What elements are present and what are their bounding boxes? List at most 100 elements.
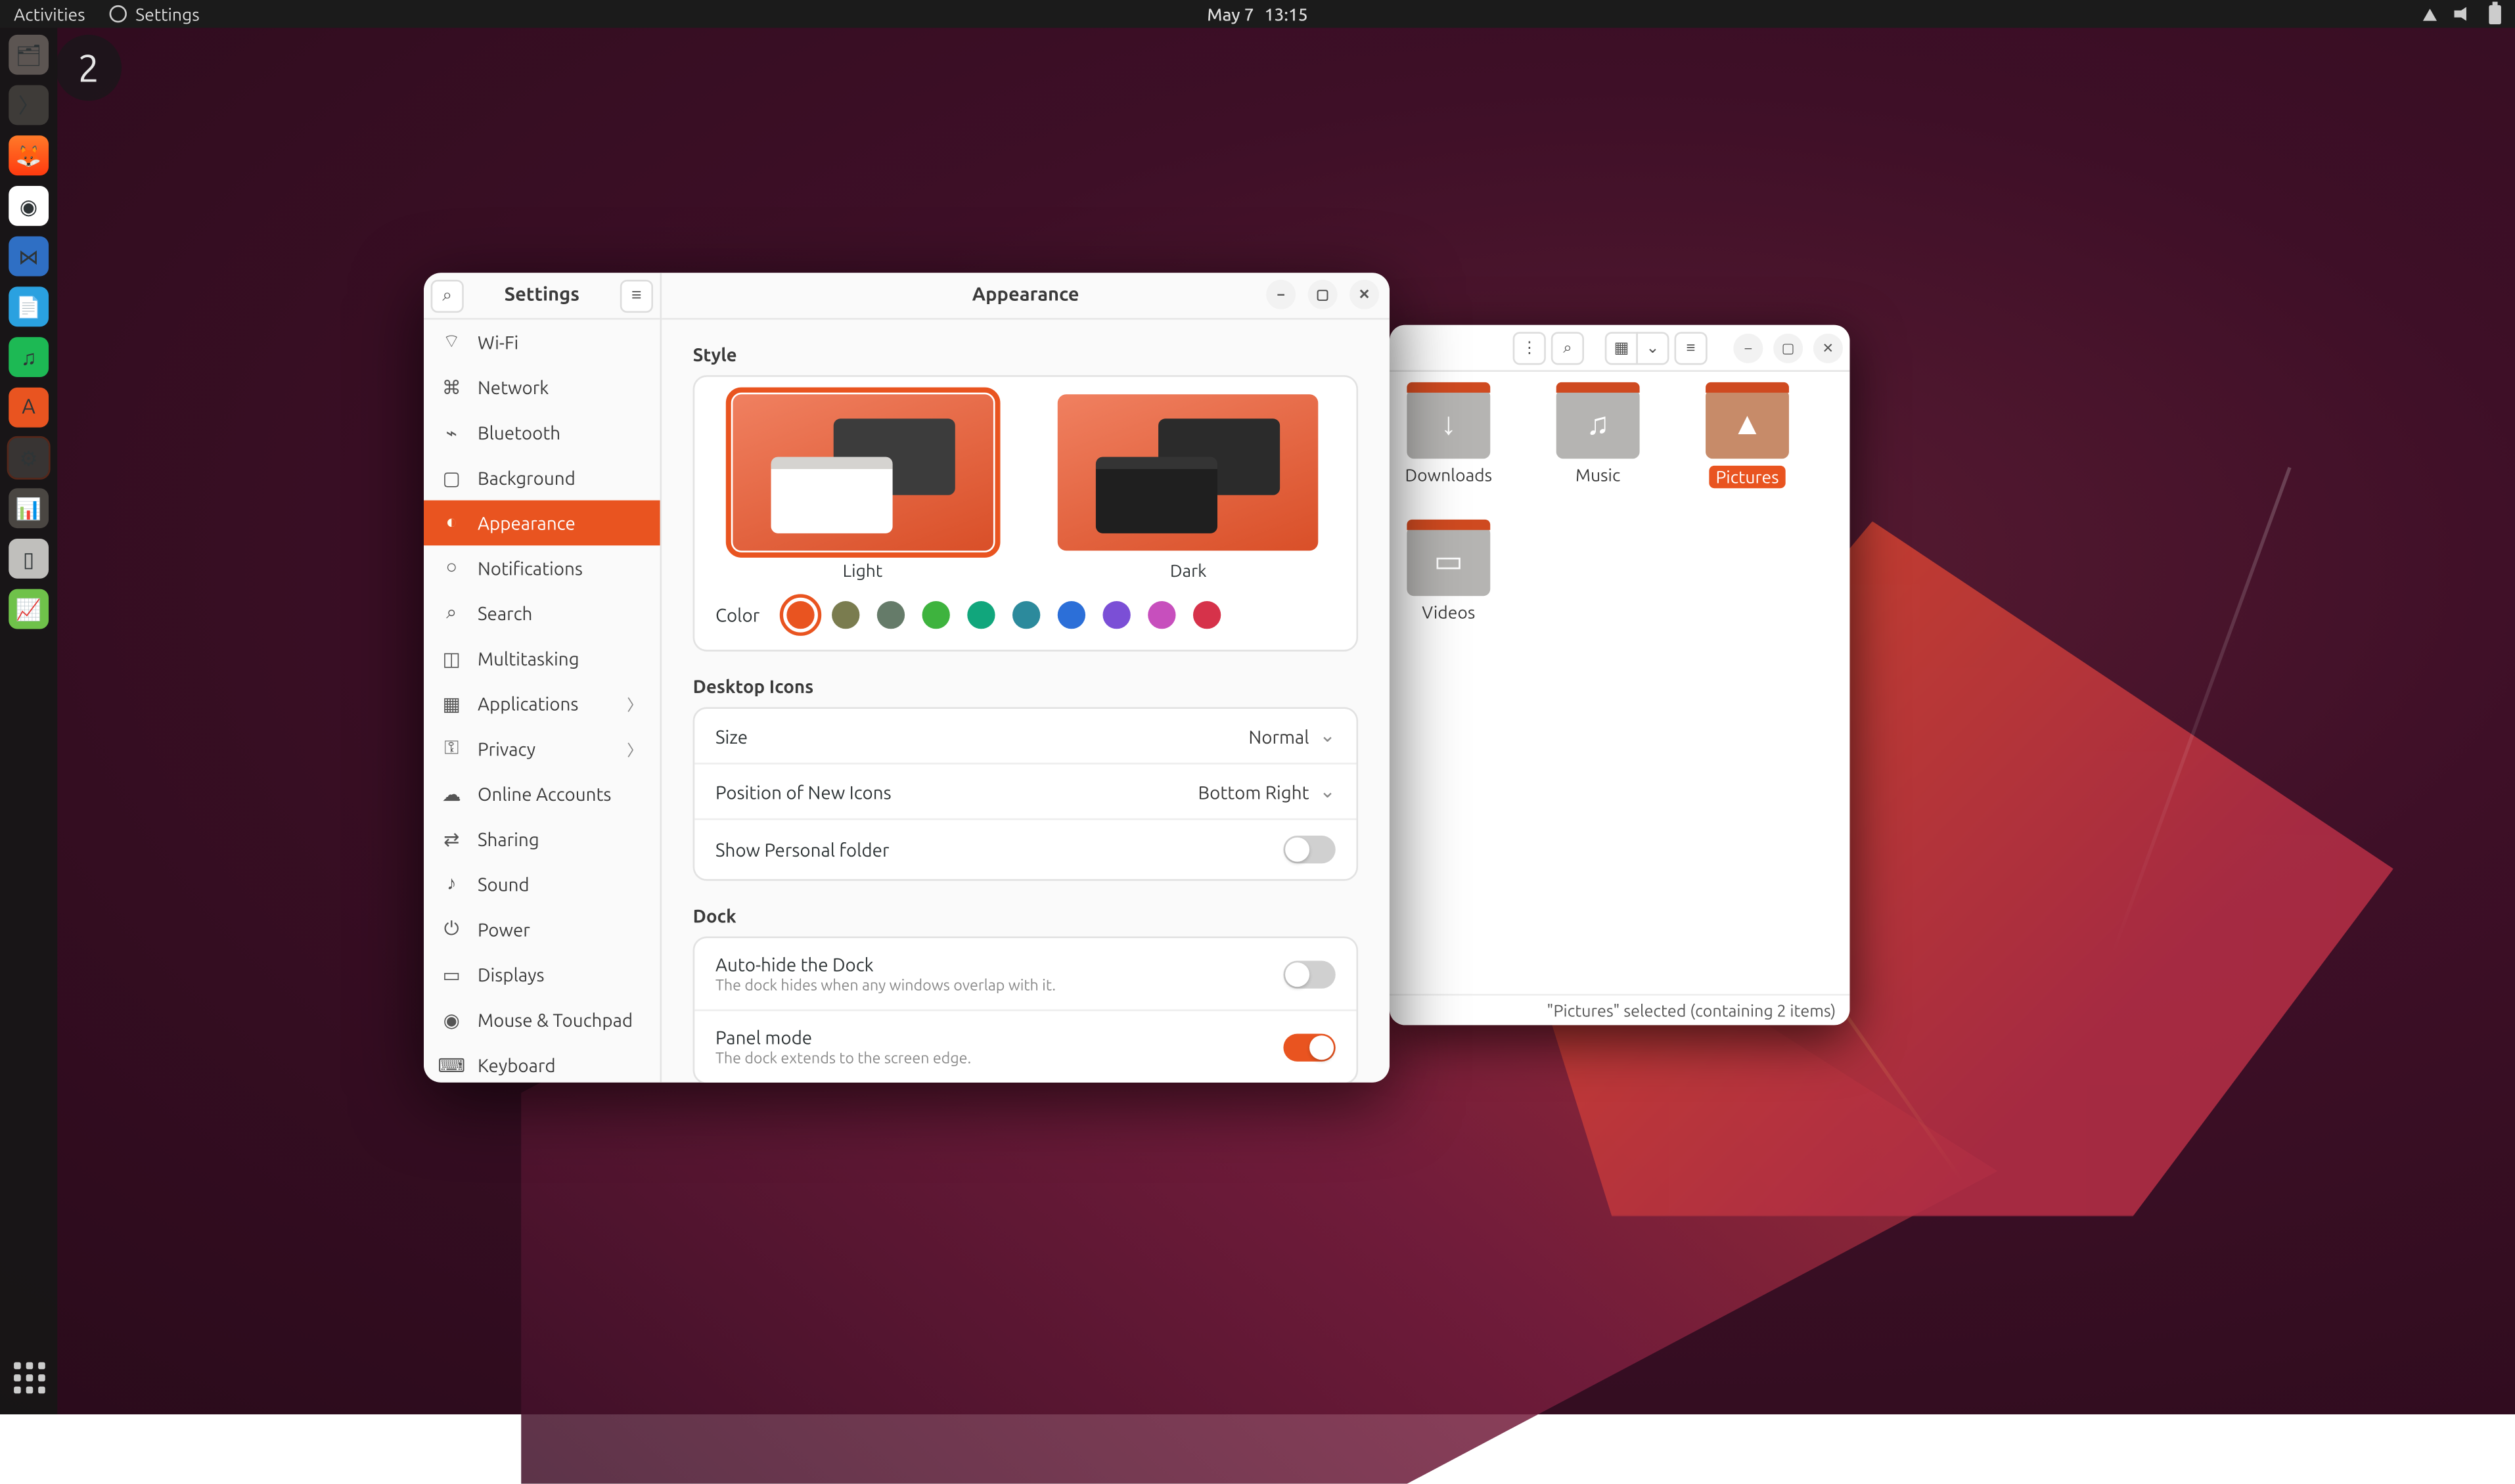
accent-swatch[interactable] (1149, 601, 1177, 629)
row-label: Size (715, 725, 748, 746)
activities-button[interactable]: Activities (14, 5, 85, 24)
dock-item-software[interactable]: A (9, 388, 49, 428)
nav-label: Displays (478, 964, 545, 985)
maximize-button[interactable]: ▢ (1308, 280, 1338, 309)
accent-swatch[interactable] (1194, 601, 1221, 629)
close-button[interactable]: ✕ (1349, 280, 1379, 309)
row-label: Panel mode (715, 1027, 971, 1048)
sidebar-item-wi-fi[interactable]: ⌔Wi-Fi (424, 320, 660, 365)
sidebar-item-keyboard[interactable]: ⌨Keyboard (424, 1043, 660, 1083)
accent-swatch[interactable] (1104, 601, 1131, 629)
accent-swatch[interactable] (1058, 601, 1086, 629)
accent-swatch[interactable] (1013, 601, 1041, 629)
accent-swatch[interactable] (923, 601, 951, 629)
panel-mode-toggle[interactable] (1284, 1033, 1336, 1060)
dock-item-vscode[interactable]: ⋈ (9, 236, 49, 277)
dock-item-chrome[interactable]: ◉ (9, 186, 49, 226)
sidebar-item-mouse-touchpad[interactable]: ◉Mouse & Touchpad (424, 997, 660, 1043)
sidebar-item-sound[interactable]: ♪Sound (424, 862, 660, 907)
folder-downloads[interactable]: ↓Downloads (1396, 389, 1501, 488)
show-apps-button[interactable] (10, 1359, 48, 1397)
dock-item-settings[interactable]: ⚙ (9, 438, 49, 478)
files-kebab-button[interactable]: ⋮ (1513, 331, 1546, 364)
nav-icon: ◐ (441, 512, 462, 533)
nav-label: Sharing (478, 829, 539, 850)
minimize-button[interactable]: – (1733, 333, 1763, 363)
files-view-dropdown[interactable]: ⌄ (1636, 331, 1669, 364)
nav-label: Sound (478, 874, 530, 895)
minimize-button[interactable]: – (1266, 280, 1296, 309)
sidebar-item-appearance[interactable]: ◐ Appearance (424, 501, 660, 546)
row-icon-position[interactable]: Position of New Icons Bottom Right (694, 763, 1356, 819)
sidebar-menu-button[interactable]: ≡ (620, 279, 653, 312)
folder-label: Downloads (1405, 466, 1492, 485)
folder-label: Pictures (1709, 466, 1786, 488)
desktop-icons-card: Size Normal Position of New Icons Bottom… (693, 708, 1359, 881)
dock-item-spotify[interactable]: ♫ (9, 337, 49, 377)
dock-item-writer[interactable]: 📄 (9, 286, 49, 326)
maximize-button[interactable]: ▢ (1773, 333, 1803, 363)
dark-theme-thumb (1058, 394, 1319, 551)
folder-pictures[interactable]: ▲Pictures (1695, 389, 1800, 488)
workspace-badge: 2 (56, 35, 122, 101)
dock-item-files[interactable]: 🗂 (9, 35, 49, 75)
sidebar-item-background[interactable]: ▢Background (424, 455, 660, 501)
nav-label: Appearance (478, 512, 576, 533)
sidebar-title: Settings (464, 285, 620, 306)
nav-icon: ⌔ (441, 330, 462, 355)
icon-position-dropdown[interactable]: Bottom Right (1198, 780, 1336, 803)
sidebar-item-notifications[interactable]: ○Notifications (424, 546, 660, 591)
row-icon-size[interactable]: Size Normal (694, 709, 1356, 763)
dock-item-firefox[interactable]: 🦊 (9, 135, 49, 175)
icon-size-dropdown[interactable]: Normal (1249, 725, 1336, 747)
clock-button[interactable]: May 7 13:15 (1207, 5, 1307, 24)
system-menu[interactable] (2423, 5, 2501, 24)
files-view-grid-button[interactable]: ▦ (1605, 331, 1638, 364)
sidebar-item-privacy[interactable]: ⚿Privacy〉 (424, 727, 660, 772)
dock-item-terminal[interactable]: 〉 (9, 85, 49, 125)
accent-swatches (788, 601, 1222, 629)
files-window: ⋮ ⌕ ▦ ⌄ ≡ – ▢ ✕ ↓Downloads ♫Music ▲Picture… (1390, 325, 1850, 1025)
dock-item-impress[interactable]: 📊 (9, 488, 49, 528)
nav-icon: ☁ (441, 783, 462, 805)
auto-hide-toggle[interactable] (1284, 960, 1336, 987)
nav-label: Keyboard (478, 1054, 556, 1075)
style-option-light[interactable]: Light (715, 394, 1010, 580)
files-grid[interactable]: ↓Downloads ♫Music ▲Pictures ▭Videos (1390, 372, 1850, 994)
files-menu-button[interactable]: ≡ (1674, 331, 1707, 364)
sidebar-item-sharing[interactable]: ⇄Sharing (424, 817, 660, 862)
sidebar-item-bluetooth[interactable]: ⌁Bluetooth (424, 410, 660, 455)
sidebar-item-search[interactable]: ⌕Search (424, 591, 660, 636)
accent-swatch[interactable] (968, 601, 996, 629)
folder-music[interactable]: ♫Music (1546, 389, 1650, 488)
nav-icon: ⚿ (441, 738, 462, 760)
open-app-indicator[interactable]: Settings (110, 5, 200, 24)
sidebar-headerbar: ⌕ Settings ≡ (424, 273, 660, 319)
time-label: 13:15 (1265, 5, 1308, 24)
nav-label: Network (478, 377, 549, 398)
row-sublabel: The dock extends to the screen edge. (715, 1050, 971, 1067)
sidebar-item-applications[interactable]: ▦Applications〉 (424, 681, 660, 727)
files-search-button[interactable]: ⌕ (1551, 331, 1584, 364)
folder-videos[interactable]: ▭Videos (1396, 526, 1501, 621)
folder-icon: ♫ (1556, 389, 1640, 459)
row-auto-hide: Auto-hide the Dock The dock hides when a… (694, 938, 1356, 1009)
nav-label: Applications (478, 693, 578, 714)
sidebar-item-power[interactable]: ⏻Power (424, 907, 660, 953)
sidebar-search-button[interactable]: ⌕ (431, 279, 464, 312)
close-button[interactable]: ✕ (1813, 333, 1843, 363)
show-personal-toggle[interactable] (1284, 836, 1336, 863)
accent-swatch[interactable] (833, 601, 861, 629)
dock-item-disk[interactable]: ▯ (9, 539, 49, 579)
nav-label: Background (478, 467, 576, 488)
style-option-dark[interactable]: Dark (1041, 394, 1336, 580)
files-statusbar: "Pictures" selected (containing 2 items) (1390, 994, 1850, 1025)
dock-item-calc[interactable]: 📈 (9, 589, 49, 629)
accent-swatch[interactable] (788, 601, 815, 629)
sidebar-item-multitasking[interactable]: ◫Multitasking (424, 636, 660, 681)
sidebar-item-displays[interactable]: ▭Displays (424, 952, 660, 997)
sidebar-item-network[interactable]: ⌘Network (424, 365, 660, 410)
main-headerbar: Appearance – ▢ ✕ (662, 273, 1390, 319)
accent-swatch[interactable] (878, 601, 905, 629)
sidebar-item-online-accounts[interactable]: ☁Online Accounts (424, 771, 660, 817)
